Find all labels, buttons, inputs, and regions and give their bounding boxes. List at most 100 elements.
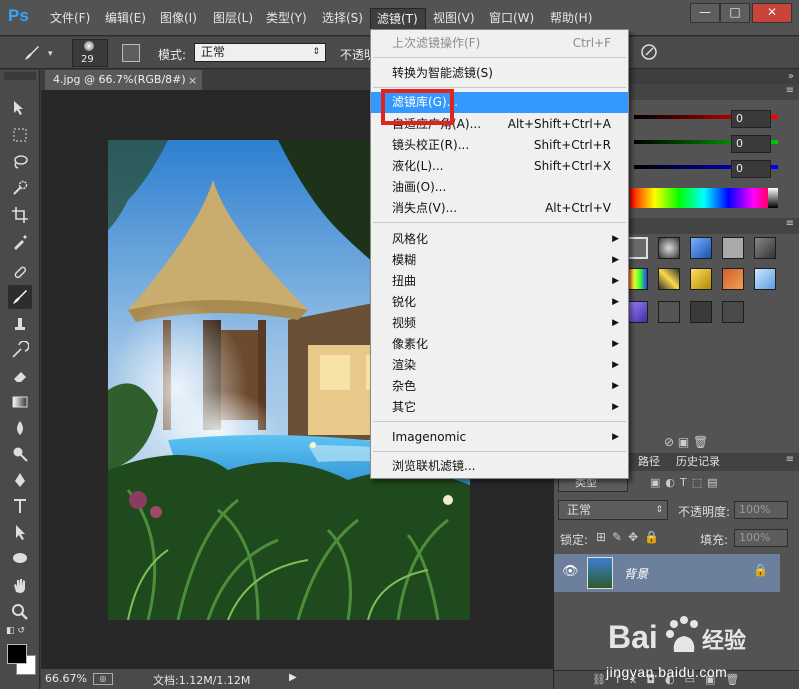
style-swatch-4[interactable] <box>722 237 744 259</box>
style-swatch-5[interactable] <box>754 237 776 259</box>
document-tab[interactable]: 4.jpg @ 66.7%(RGB/8#) <box>45 70 202 90</box>
svg-text:Bai: Bai <box>608 619 658 655</box>
layer-name[interactable]: 背景 <box>624 565 648 582</box>
menu-item-browse-online-filters[interactable]: 浏览联机滤镜... <box>371 456 628 477</box>
style-swatch-13[interactable] <box>690 301 712 323</box>
tab-paths[interactable]: 路径 <box>638 453 660 471</box>
style-swatch-2[interactable] <box>658 237 680 259</box>
path-selection-tool-icon[interactable] <box>8 520 32 544</box>
menu-edit[interactable]: 编辑(E) <box>105 9 146 27</box>
menu-item-convert-smart-filter[interactable]: 转换为智能滤镜(S) <box>371 63 628 84</box>
marquee-tool-icon[interactable] <box>8 123 32 147</box>
lasso-tool-icon[interactable] <box>8 150 32 174</box>
dodge-tool-icon[interactable] <box>8 442 32 466</box>
layer-filter-icons[interactable]: ▣◐T⬚▤ <box>650 476 723 489</box>
mode-label: 模式: <box>158 48 187 62</box>
menu-view[interactable]: 视图(V) <box>433 9 475 27</box>
menu-item-stylize[interactable]: 风格化 ▶ <box>371 229 628 250</box>
history-brush-tool-icon[interactable] <box>8 338 32 362</box>
grayscale-ramp[interactable] <box>768 188 778 208</box>
lock-icons[interactable]: ⊞✎✥🔒 <box>596 530 665 544</box>
healing-brush-tool-icon[interactable] <box>8 260 32 284</box>
zoom-tool-icon[interactable] <box>8 600 32 624</box>
type-tool-icon[interactable] <box>8 494 32 518</box>
green-value[interactable]: 0 <box>731 135 771 153</box>
menu-item-sharpen[interactable]: 锐化 ▶ <box>371 292 628 313</box>
clone-stamp-tool-icon[interactable] <box>8 312 32 336</box>
foreground-color-swatch[interactable] <box>7 644 27 664</box>
menu-item-vanishing-point[interactable]: 消失点(V)... Alt+Ctrl+V <box>371 198 628 219</box>
style-swatch-3[interactable] <box>690 237 712 259</box>
style-swatch-8[interactable] <box>690 268 712 290</box>
menu-separator <box>373 87 626 88</box>
style-swatch-none[interactable] <box>626 237 648 259</box>
minimize-button[interactable]: — <box>690 3 720 23</box>
layer-opacity-label: 不透明度: <box>678 505 731 519</box>
styles-footer-icons[interactable]: ⊘ ▣ 🗑 <box>664 435 708 449</box>
ellipse-tool-icon[interactable] <box>8 546 32 570</box>
menu-item-distort[interactable]: 扭曲 ▶ <box>371 271 628 292</box>
style-swatch-9[interactable] <box>722 268 744 290</box>
chevron-down-icon[interactable]: ▾ <box>48 49 53 59</box>
menu-item-noise[interactable]: 杂色 ▶ <box>371 376 628 397</box>
menu-image[interactable]: 图像(I) <box>160 9 197 27</box>
menu-item-oil-paint[interactable]: 油画(O)... <box>371 177 628 198</box>
style-swatch-10[interactable] <box>754 268 776 290</box>
fill-input[interactable]: 100% <box>734 529 788 547</box>
menu-item-pixelate[interactable]: 像素化 ▶ <box>371 334 628 355</box>
red-value[interactable]: 0 <box>731 110 771 128</box>
menu-item-blur[interactable]: 模糊 ▶ <box>371 250 628 271</box>
menu-layer[interactable]: 图层(L) <box>213 9 253 27</box>
menu-item-other[interactable]: 其它 ▶ <box>371 397 628 418</box>
menu-item-last-filter[interactable]: 上次滤镜操作(F) Ctrl+F <box>371 33 628 54</box>
style-swatch-11[interactable] <box>626 301 648 323</box>
quick-selection-tool-icon[interactable] <box>8 176 32 200</box>
status-menu-arrow-icon[interactable]: ▶ <box>289 672 297 683</box>
menu-separator <box>373 421 626 422</box>
blur-tool-icon[interactable] <box>8 416 32 440</box>
menu-item-imagenomic[interactable]: Imagenomic ▶ <box>371 427 628 448</box>
blend-mode-select[interactable]: 正常 ⇕ <box>558 500 668 520</box>
layer-row[interactable]: 👁 背景 🔒 <box>554 554 780 592</box>
menu-window[interactable]: 窗口(W) <box>489 9 534 27</box>
eyedropper-tool-icon[interactable] <box>8 230 32 254</box>
menu-type[interactable]: 类型(Y) <box>266 9 307 27</box>
menu-filter[interactable]: 滤镜(T) <box>377 10 418 27</box>
gradient-tool-icon[interactable] <box>8 390 32 414</box>
move-tool-icon[interactable] <box>8 96 32 120</box>
menu-select[interactable]: 选择(S) <box>322 9 363 27</box>
hand-tool-icon[interactable] <box>8 574 32 598</box>
mode-select[interactable]: 正常 ⇕ <box>194 43 326 62</box>
document-tab-close-icon[interactable]: × <box>188 74 197 87</box>
brush-panel-icon[interactable] <box>122 44 140 62</box>
brush-tool-icon[interactable] <box>22 43 42 66</box>
default-colors-icon[interactable]: ◧ ↺ <box>6 626 25 636</box>
maximize-button[interactable]: □ <box>720 3 750 23</box>
eraser-tool-icon[interactable] <box>8 364 32 388</box>
brush-tool-icon[interactable] <box>8 285 32 309</box>
style-swatch-12[interactable] <box>658 301 680 323</box>
pressure-icon[interactable] <box>640 43 658 64</box>
zoom-level[interactable]: 66.67% <box>45 672 87 685</box>
close-button[interactable]: ✕ <box>752 3 792 23</box>
style-swatch-6[interactable] <box>626 268 648 290</box>
layer-opacity-input[interactable]: 100% <box>734 501 788 519</box>
menu-item-render[interactable]: 渲染 ▶ <box>371 355 628 376</box>
style-swatch-7[interactable] <box>658 268 680 290</box>
color-spectrum[interactable] <box>630 188 778 208</box>
status-bar-icon[interactable]: ◎ <box>93 673 113 685</box>
visibility-eye-icon[interactable]: 👁 <box>562 564 579 579</box>
crop-tool-icon[interactable] <box>8 203 32 227</box>
style-swatch-14[interactable] <box>722 301 744 323</box>
menu-item-lens-correction[interactable]: 镜头校正(R)... Shift+Ctrl+R <box>371 135 628 156</box>
menu-item-liquify[interactable]: 液化(L)... Shift+Ctrl+X <box>371 156 628 177</box>
blue-value[interactable]: 0 <box>731 160 771 178</box>
pen-tool-icon[interactable] <box>8 468 32 492</box>
menu-file[interactable]: 文件(F) <box>50 9 90 27</box>
menu-item-video[interactable]: 视频 ▶ <box>371 313 628 334</box>
highlight-annotation-box <box>381 89 454 125</box>
brush-dot-icon <box>84 41 94 51</box>
toolbar-grip[interactable] <box>4 72 36 80</box>
menu-help[interactable]: 帮助(H) <box>550 9 592 27</box>
tab-history[interactable]: 历史记录 <box>676 453 720 471</box>
